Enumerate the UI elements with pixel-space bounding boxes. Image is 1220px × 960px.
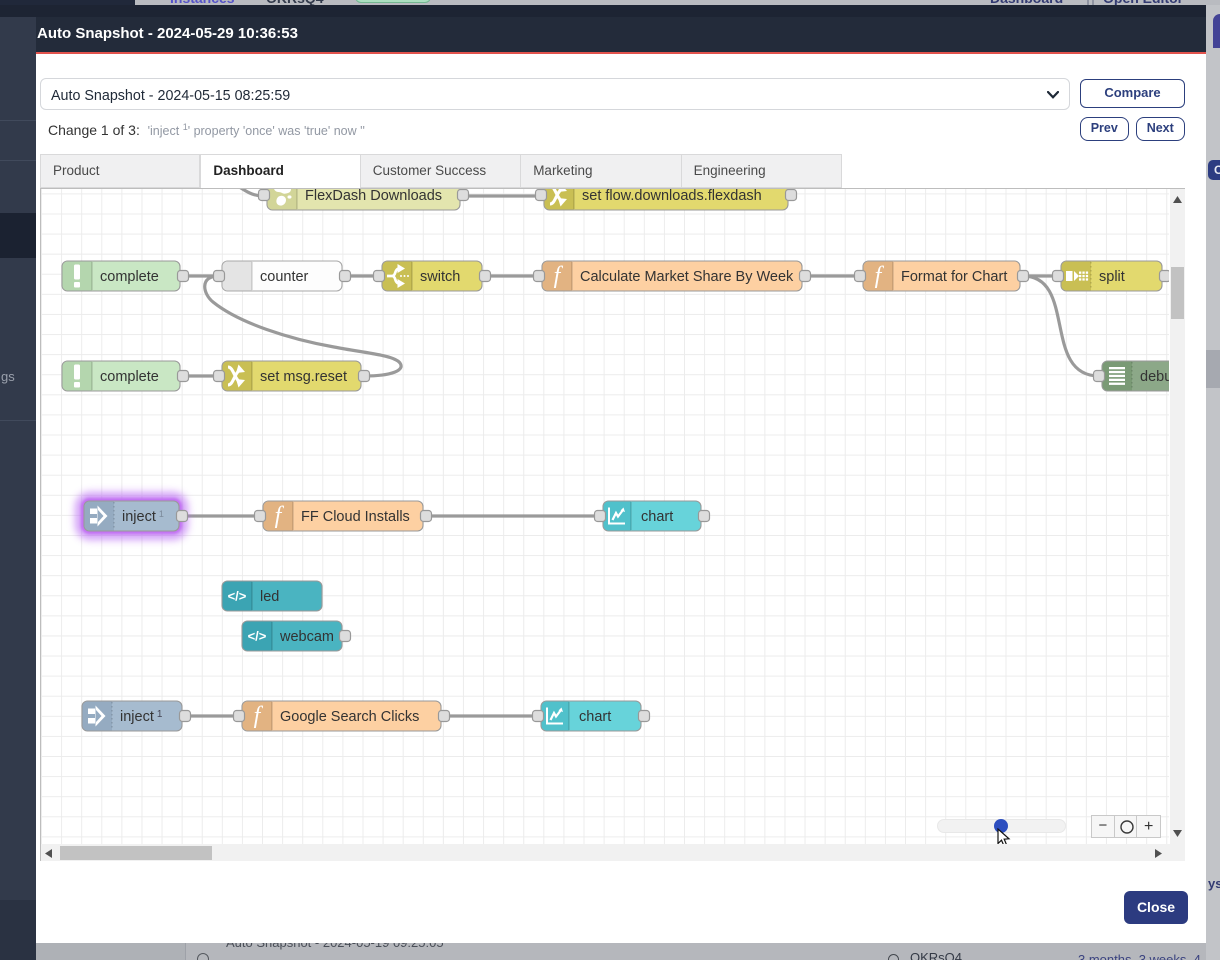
svg-text:counter: counter — [260, 269, 309, 285]
svg-text:set flow.downloads.flexdash: set flow.downloads.flexdash — [582, 189, 762, 204]
svg-text:Format for Chart: Format for Chart — [901, 269, 1007, 285]
svg-text:</>: </> — [228, 589, 247, 604]
svg-text:chart: chart — [579, 709, 611, 725]
svg-text:complete: complete — [100, 269, 159, 285]
svg-text:FlexDash Downloads: FlexDash Downloads — [305, 189, 442, 204]
svg-text:split: split — [1099, 269, 1125, 285]
svg-text:Google Search Clicks: Google Search Clicks — [280, 709, 419, 725]
svg-text:complete: complete — [100, 369, 159, 385]
svg-text:switch: switch — [420, 269, 460, 285]
svg-text:Calculate Market Share By Week: Calculate Market Share By Week — [580, 269, 794, 285]
svg-text:chart: chart — [641, 509, 673, 525]
svg-text:webcam: webcam — [279, 629, 334, 645]
svg-text:</>: </> — [248, 629, 267, 644]
svg-text:FF Cloud Installs: FF Cloud Installs — [301, 509, 410, 525]
svg-text:debug: debug — [1140, 369, 1169, 385]
svg-text:set msg.reset: set msg.reset — [260, 369, 347, 385]
svg-text:led: led — [260, 589, 279, 605]
